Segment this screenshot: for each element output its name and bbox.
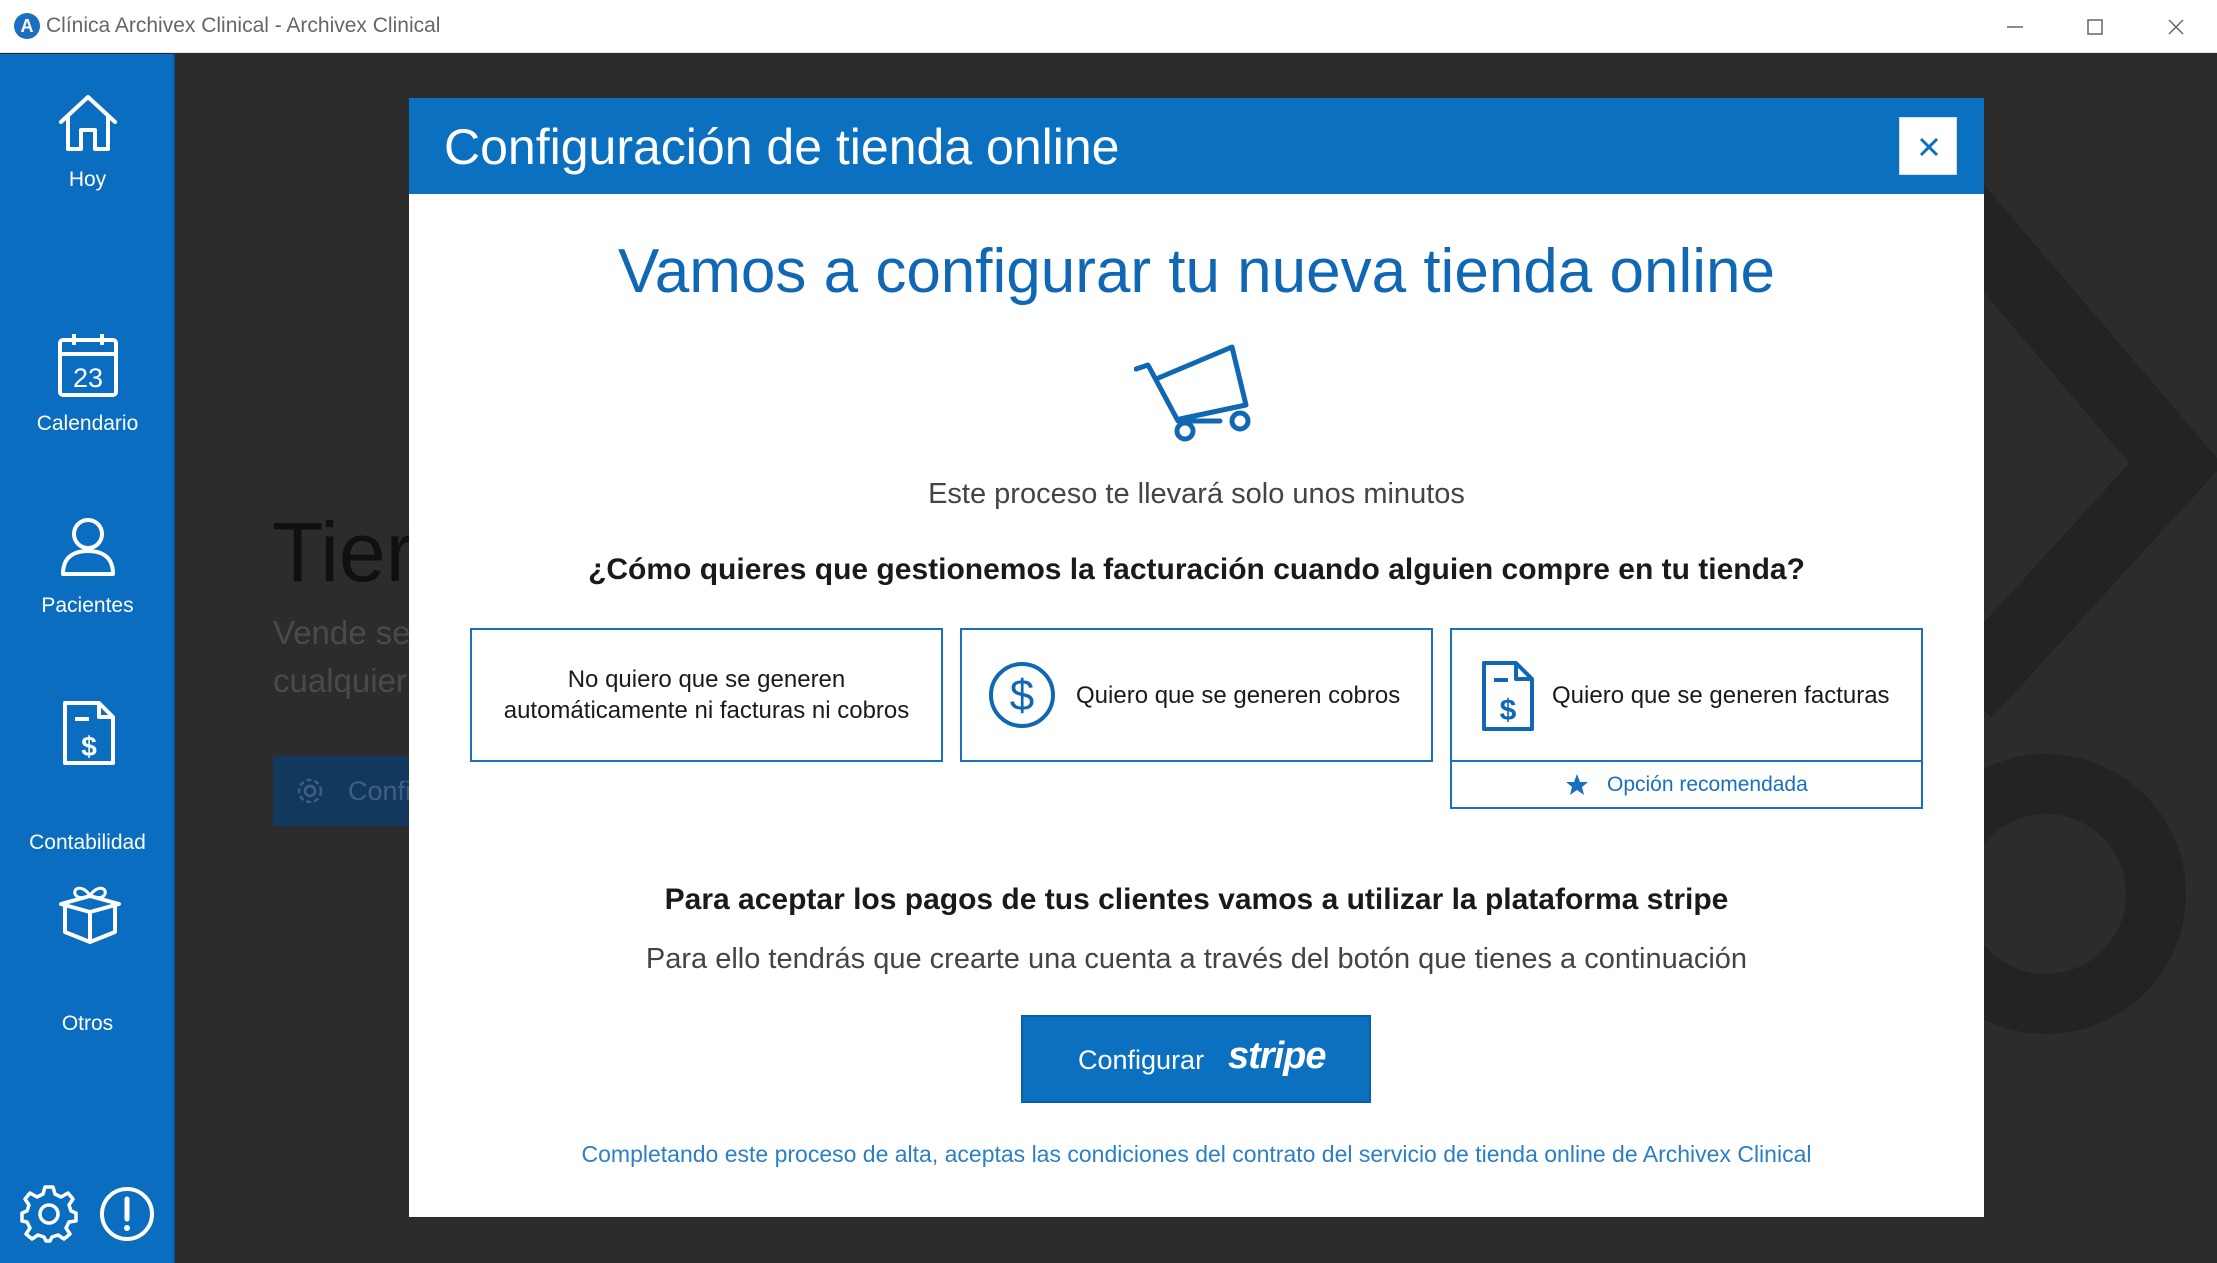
shopping-cart-icon <box>1134 344 1251 442</box>
sidebar-item-label: Contabilidad <box>29 831 146 854</box>
dollar-circle-icon: $ <box>989 662 1055 728</box>
background-description: Vende se <box>273 614 411 651</box>
sidebar: Hoy 23 Calendario Pacientes $ Contabilid… <box>0 54 175 1263</box>
configure-button-label: Configurar <box>1078 1045 1205 1075</box>
dialog-headline: Vamos a configurar tu nueva tienda onlin… <box>618 237 1775 306</box>
sidebar-item-hoy[interactable]: Hoy <box>0 92 175 242</box>
home-icon <box>59 95 117 151</box>
dialog-header: Configuración de tienda online <box>409 98 1984 194</box>
minimize-button[interactable] <box>1975 0 2055 53</box>
user-icon <box>61 518 115 576</box>
title-bar: A Clínica Archivex Clinical - Archivex C… <box>0 0 2217 53</box>
gear-icon <box>297 778 323 804</box>
sidebar-item-contabilidad[interactable]: $ Contabilidad <box>0 699 175 854</box>
stripe-subtitle: Para ello tendrás que crearte una cuenta… <box>645 943 1748 975</box>
option-label: Quiero que se generen facturas <box>1552 682 1890 709</box>
configure-stripe-button[interactable]: Configurar stripe <box>1021 1015 1371 1103</box>
stripe-logo: stripe <box>1228 1035 1326 1077</box>
dialog-subtitle: Este proceso te llevará solo unos minuto… <box>928 478 1465 510</box>
sidebar-item-label: Pacientes <box>41 594 134 617</box>
option-label: No quiero que se generen automáticamente … <box>503 666 910 724</box>
billing-question: ¿Cómo quieres que gestionemos la factura… <box>588 553 1805 586</box>
svg-text:$: $ <box>1500 694 1517 727</box>
window-title: Clínica Archivex Clinical - Archivex Cli… <box>46 14 441 37</box>
stripe-heading: Para aceptar los pagos de tus clientes v… <box>664 883 1729 916</box>
maximize-button[interactable] <box>2055 0 2135 53</box>
background-configure-label: Confi <box>348 776 412 806</box>
online-store-setup-dialog: Configuración de tienda online Vamos a c… <box>409 98 1984 1217</box>
option-label: Quiero que se generen cobros <box>1076 682 1401 709</box>
dialog-title: Configuración de tienda online <box>444 119 1120 175</box>
sidebar-item-otros[interactable]: Otros <box>0 882 175 1035</box>
invoice-icon: $ <box>63 701 115 765</box>
svg-text:$: $ <box>81 731 97 762</box>
sidebar-item-label: Hoy <box>68 168 107 191</box>
close-icon <box>1919 137 1939 157</box>
option-generate-invoices[interactable]: $ Quiero que se generen facturas <box>1450 628 1923 762</box>
recommended-label: Opción recomendada <box>1607 773 1808 796</box>
background-description: cualquier <box>273 662 407 699</box>
gift-box-icon <box>59 886 121 944</box>
minimize-icon <box>2007 26 2023 28</box>
gear-icon[interactable] <box>20 1185 78 1243</box>
sidebar-item-label: Calendario <box>36 412 139 435</box>
alert-icon[interactable] <box>98 1185 156 1243</box>
background-page-title: Tier <box>272 505 414 599</box>
sidebar-item-calendario[interactable]: 23 Calendario <box>0 332 175 482</box>
recommended-badge: Opción recomendada <box>1450 760 1923 809</box>
sidebar-item-pacientes[interactable]: Pacientes <box>0 516 175 666</box>
option-no-invoices-no-charges[interactable]: No quiero que se generen automáticamente … <box>470 628 943 762</box>
close-icon <box>2168 19 2184 35</box>
app-logo-icon: A <box>14 13 40 39</box>
star-icon <box>1566 774 1588 795</box>
option-generate-charges[interactable]: $ Quiero que se generen cobros <box>960 628 1433 762</box>
invoice-icon: $ <box>1482 661 1534 731</box>
sidebar-item-label: Otros <box>61 1012 114 1035</box>
dialog-close-button[interactable] <box>1899 117 1957 175</box>
window-close-button[interactable] <box>2136 0 2216 53</box>
svg-text:23: 23 <box>73 363 103 393</box>
svg-text:$: $ <box>1010 671 1034 720</box>
background-configure-button: Confi <box>273 756 413 826</box>
terms-link[interactable]: Completando este proceso de alta, acepta… <box>409 1141 1984 1168</box>
maximize-icon <box>2087 19 2103 35</box>
calendar-icon: 23 <box>58 334 118 397</box>
